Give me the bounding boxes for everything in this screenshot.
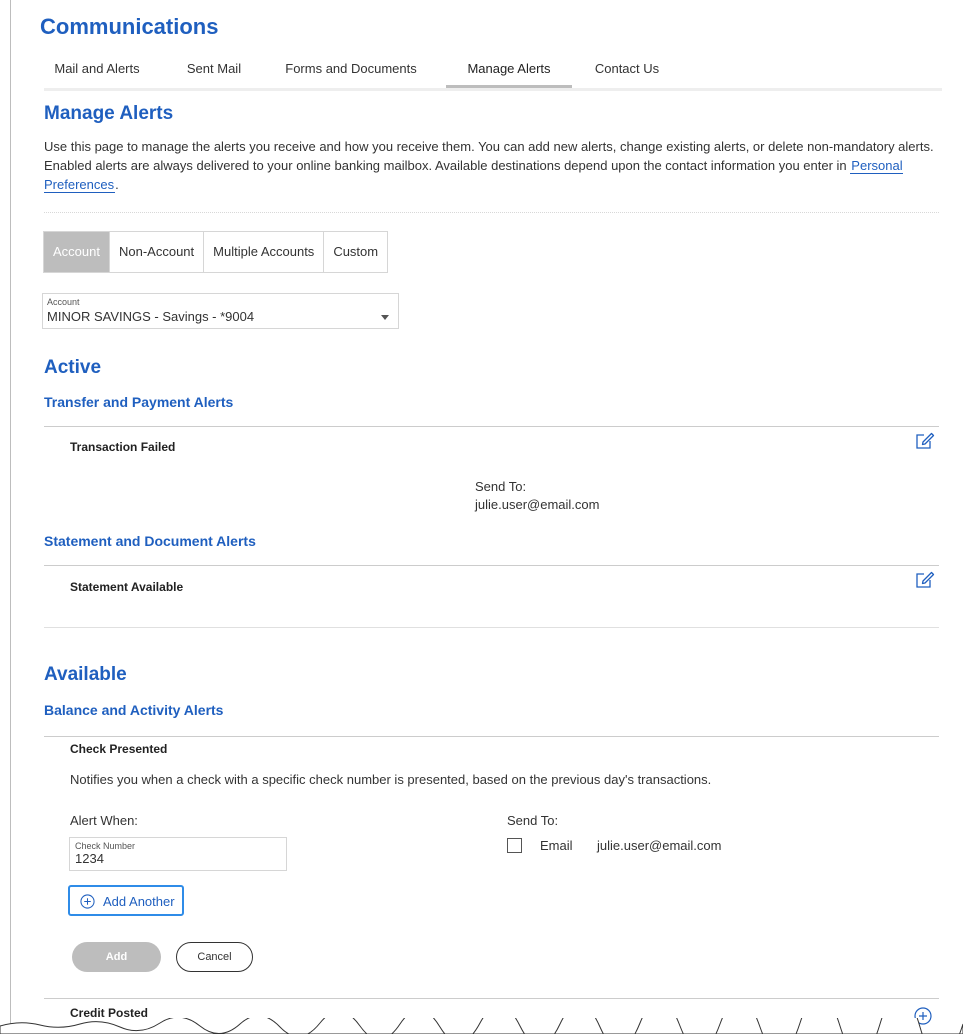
page-title: Communications	[40, 14, 219, 39]
divider	[44, 998, 939, 999]
account-select-label: Account	[47, 297, 80, 307]
check-number-input[interactable]	[75, 851, 275, 866]
send-to-email: julie.user@email.com	[597, 838, 722, 853]
statement-document-alerts-title: Statement and Document Alerts	[44, 533, 256, 549]
check-number-label: Check Number	[75, 841, 136, 851]
intro-text: Use this page to manage the alerts you r…	[44, 137, 939, 194]
plus-circle-icon	[80, 894, 95, 909]
tab-contact-us[interactable]: Contact Us	[586, 52, 668, 86]
account-select[interactable]: Account MINOR SAVINGS - Savings - *9004	[42, 293, 399, 329]
email-checkbox[interactable]	[507, 838, 522, 853]
divider	[44, 736, 939, 737]
intro-end: .	[115, 177, 119, 192]
balance-activity-alerts-title: Balance and Activity Alerts	[44, 702, 224, 718]
nav-tabs: Mail and Alerts Sent Mail Forms and Docu…	[44, 52, 942, 91]
divider	[44, 426, 939, 427]
torn-edge	[0, 1018, 963, 1034]
window-edge	[10, 0, 11, 1034]
send-to-email: julie.user@email.com	[475, 497, 600, 512]
add-button[interactable]: Add	[72, 942, 161, 972]
send-to-label: Send To:	[475, 479, 527, 494]
tab-manage-alerts[interactable]: Manage Alerts	[446, 52, 572, 88]
alert-type-selector: Account Non-Account Multiple Accounts Cu…	[43, 231, 389, 273]
send-to-label: Send To:	[507, 813, 559, 828]
divider	[44, 565, 939, 566]
tab-mail-and-alerts[interactable]: Mail and Alerts	[44, 52, 150, 86]
alert-check-presented: Check Presented	[70, 742, 168, 756]
account-select-value: MINOR SAVINGS - Savings - *9004	[47, 309, 255, 324]
alert-statement-available: Statement Available	[70, 580, 184, 594]
segment-multiple-accounts[interactable]: Multiple Accounts	[204, 232, 325, 272]
edit-icon[interactable]	[915, 571, 935, 589]
segment-custom[interactable]: Custom	[324, 232, 387, 272]
divider	[44, 627, 939, 628]
tab-sent-mail[interactable]: Sent Mail	[177, 52, 251, 86]
alert-description: Notifies you when a check with a specifi…	[70, 772, 712, 787]
check-number-field[interactable]: Check Number	[69, 837, 287, 871]
cancel-button[interactable]: Cancel	[176, 942, 253, 972]
segment-account[interactable]: Account	[44, 232, 110, 272]
active-section-title: Active	[44, 357, 102, 378]
add-another-button[interactable]: Add Another	[68, 885, 184, 916]
edit-icon[interactable]	[915, 432, 935, 450]
alert-when-label: Alert When:	[70, 813, 138, 828]
available-section-title: Available	[44, 664, 127, 685]
segment-non-account[interactable]: Non-Account	[110, 232, 205, 272]
tab-forms-and-documents[interactable]: Forms and Documents	[276, 52, 426, 86]
add-another-label: Add Another	[103, 894, 175, 909]
dropdown-caret-icon	[381, 315, 389, 320]
intro-body: Use this page to manage the alerts you r…	[44, 139, 934, 173]
manage-alerts-title: Manage Alerts	[44, 103, 174, 124]
transfer-payment-alerts-title: Transfer and Payment Alerts	[44, 394, 234, 410]
divider	[44, 212, 939, 213]
alert-transaction-failed: Transaction Failed	[70, 440, 176, 454]
email-checkbox-label: Email	[540, 838, 573, 853]
